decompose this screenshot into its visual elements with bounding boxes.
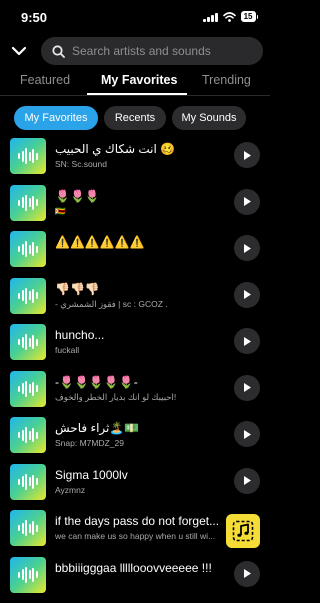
- search-icon: [52, 44, 65, 58]
- tabs-divider: [0, 95, 270, 96]
- sound-title: ⚠️⚠️⚠️⚠️⚠️⚠️: [55, 235, 145, 249]
- sound-title: ثراء فاحش🏝️💵: [55, 421, 140, 435]
- play-icon: [244, 197, 251, 206]
- sound-row[interactable]: bbbiiigggaa lllllooovveeeee !!!: [0, 556, 270, 603]
- status-time: 9:50: [21, 10, 48, 25]
- play-button[interactable]: [234, 235, 260, 261]
- play-icon: [244, 383, 251, 392]
- play-button[interactable]: [234, 328, 260, 354]
- play-icon: [244, 476, 251, 485]
- sound-thumbnail: [10, 277, 46, 314]
- sound-subtitle: - فقوز الشمشري | sc : GCOZ .: [55, 298, 168, 309]
- tab-featured[interactable]: Featured: [20, 73, 70, 87]
- status-bar: 9:50 15: [0, 0, 270, 34]
- filter-chips: My Favorites Recents My Sounds: [0, 106, 270, 130]
- sound-subtitle: we can make us so happy when u still wi.…: [55, 531, 216, 541]
- chevron-down-icon[interactable]: [10, 43, 28, 59]
- waveform-icon: [18, 520, 38, 536]
- sound-subtitle: Ayzmnz: [55, 484, 86, 495]
- waveform-icon: [18, 334, 38, 350]
- sound-thumbnail: [10, 510, 46, 546]
- waveform-icon: [18, 194, 38, 211]
- sound-title: bbbiiigggaa lllllooovveeeee !!!: [55, 560, 212, 575]
- sound-thumbnail: [10, 370, 46, 407]
- status-icons: 15: [203, 11, 258, 22]
- play-button[interactable]: [234, 281, 260, 308]
- sound-title: if the days pass do not forget...: [55, 514, 220, 528]
- sound-thumbnail: [10, 556, 46, 593]
- sound-row[interactable]: Sigma 1000lv Ayzmnz: [0, 463, 270, 510]
- play-icon: [244, 290, 251, 299]
- waveform-icon: [18, 566, 38, 583]
- sound-subtitle: احبيبك لو انك بديار الخطر والخوف!: [55, 391, 177, 402]
- sound-thumbnail: [10, 184, 46, 221]
- waveform-icon: [18, 241, 38, 257]
- play-button[interactable]: [234, 467, 260, 494]
- play-icon: [244, 569, 251, 578]
- sound-row[interactable]: 👎🏻👎🏻👎🏻 - فقوز الشمشري | sc : GCOZ .: [0, 277, 270, 324]
- sound-subtitle: fuckall: [55, 345, 80, 355]
- play-button[interactable]: [234, 142, 260, 168]
- music-library-button[interactable]: [226, 514, 260, 548]
- play-icon: [244, 429, 251, 439]
- sound-row[interactable]: 🌷🌷🌷 🇿🇼: [0, 184, 270, 231]
- sound-row[interactable]: انت شكاك ي الحبيب 🥴 SN: Sc.sound: [0, 138, 270, 184]
- chip-recents[interactable]: Recents: [104, 106, 166, 130]
- tab-trending[interactable]: Trending: [202, 73, 251, 87]
- waveform-icon: [18, 473, 38, 490]
- sound-thumbnail: [10, 417, 46, 453]
- sound-title: huncho...: [55, 328, 105, 342]
- header-row: Search artists and sounds: [0, 36, 270, 66]
- wifi-icon: [222, 11, 236, 22]
- sound-thumbnail: [10, 463, 46, 500]
- sound-row[interactable]: -🌷🌷🌷🌷🌷- احبيبك لو انك بديار الخطر والخوف!: [0, 370, 270, 417]
- play-button[interactable]: [234, 374, 260, 401]
- search-input[interactable]: Search artists and sounds: [41, 37, 263, 65]
- sound-thumbnail: [10, 138, 46, 174]
- sound-title: -🌷🌷🌷🌷🌷-: [55, 374, 138, 389]
- signal-icon: [203, 12, 218, 22]
- tab-bar: Featured My Favorites Trending: [0, 66, 270, 96]
- waveform-icon: [18, 380, 38, 397]
- sound-title: انت شكاك ي الحبيب 🥴: [55, 142, 176, 156]
- battery-level: 15: [240, 11, 256, 22]
- sound-subtitle: 🇿🇼: [55, 205, 66, 216]
- waveform-icon: [18, 287, 38, 304]
- play-button[interactable]: [234, 560, 260, 587]
- play-button[interactable]: [234, 421, 260, 447]
- waveform-icon: [18, 427, 38, 443]
- sound-title: Sigma 1000lv: [55, 467, 128, 482]
- play-icon: [244, 150, 251, 160]
- sound-title: 🌷🌷🌷: [55, 188, 100, 203]
- sound-title: 👎🏻👎🏻👎🏻: [55, 281, 100, 296]
- chip-my-sounds[interactable]: My Sounds: [172, 106, 246, 130]
- sound-row[interactable]: huncho... fuckall: [0, 324, 270, 370]
- play-icon: [244, 336, 251, 346]
- sound-subtitle: Snap: M7MDZ_29: [55, 438, 124, 448]
- search-placeholder: Search artists and sounds: [72, 44, 211, 58]
- sound-thumbnail: [10, 231, 46, 267]
- play-icon: [244, 243, 251, 253]
- music-note-icon: [232, 520, 254, 542]
- tab-my-favorites[interactable]: My Favorites: [101, 73, 177, 87]
- sound-thumbnail: [10, 324, 46, 360]
- sound-subtitle: SN: Sc.sound: [55, 159, 107, 169]
- sound-row[interactable]: ثراء فاحش🏝️💵 Snap: M7MDZ_29: [0, 417, 270, 463]
- play-button[interactable]: [234, 188, 260, 215]
- sound-row[interactable]: ⚠️⚠️⚠️⚠️⚠️⚠️: [0, 231, 270, 277]
- waveform-icon: [18, 148, 38, 164]
- chip-my-favorites[interactable]: My Favorites: [14, 106, 98, 130]
- battery-icon: 15: [240, 11, 258, 22]
